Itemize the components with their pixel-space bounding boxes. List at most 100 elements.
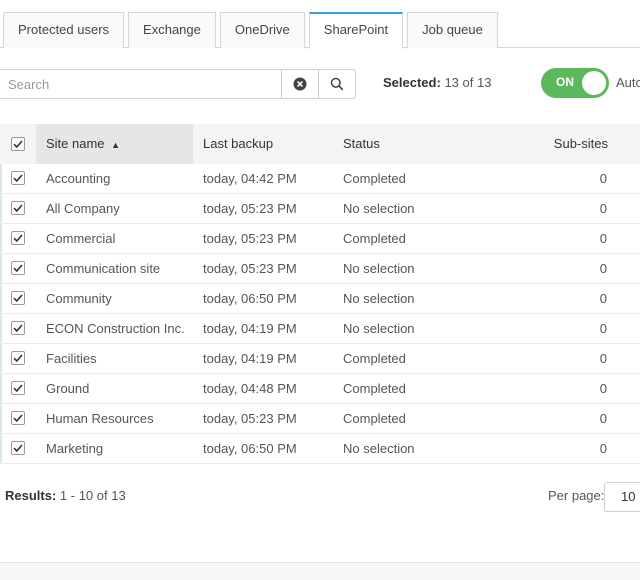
row-checkbox[interactable] — [11, 231, 25, 245]
cell-last-backup: today, 06:50 PM — [203, 291, 297, 306]
column-label-site-name: Site name — [46, 136, 105, 151]
toggle-state: ON — [556, 75, 574, 89]
tab-bar: Protected users Exchange OneDrive ShareP… — [0, 12, 640, 49]
search-input[interactable] — [0, 70, 281, 98]
checkmark-icon — [13, 234, 23, 243]
row-checkbox[interactable] — [11, 441, 25, 455]
cell-site-name: Accounting — [46, 171, 111, 186]
tab-sharepoint[interactable]: SharePoint — [308, 12, 404, 49]
search-button[interactable] — [318, 70, 355, 98]
table-row[interactable]: All Company today, 05:23 PM No selection 0 — [0, 194, 640, 224]
per-page-select[interactable]: 10 — [604, 482, 640, 512]
cell-site-name: Marketing — [46, 441, 104, 456]
checkmark-icon — [13, 384, 23, 393]
clear-circle-icon — [293, 77, 307, 91]
checkmark-icon — [13, 140, 23, 149]
toggle-knob — [582, 71, 606, 95]
cell-site-name: Human Resources — [46, 411, 154, 426]
row-checkbox[interactable] — [11, 171, 25, 185]
cell-site-name: All Company — [46, 201, 120, 216]
cell-site-name: Communication site — [46, 261, 161, 276]
row-edge — [0, 194, 2, 223]
cell-sub-sites: 0 — [599, 231, 607, 246]
table-row[interactable]: Accounting today, 04:42 PM Completed 0 — [0, 164, 640, 194]
sites-table: Site name ▲ Last backup Status Sub-sites… — [0, 124, 640, 464]
checkmark-icon — [13, 264, 23, 273]
table-row[interactable]: ECON Construction Inc. today, 04:19 PM No … — [0, 314, 640, 344]
table-row[interactable]: Marketing today, 06:50 PM No selection 0 — [0, 434, 640, 464]
cell-status: Completed — [343, 231, 406, 246]
checkmark-icon — [13, 294, 23, 303]
cell-site-name: Commercial — [46, 231, 116, 246]
row-checkbox[interactable] — [11, 291, 25, 305]
row-edge — [0, 314, 2, 343]
table-row[interactable]: Community today, 06:50 PM No selection 0 — [0, 284, 640, 314]
results-summary: Results: 1 - 10 of 13 — [5, 488, 126, 503]
checkmark-icon — [13, 204, 23, 213]
cell-last-backup: today, 04:48 PM — [203, 381, 297, 396]
cell-sub-sites: 0 — [599, 291, 607, 306]
cell-status: No selection — [343, 261, 415, 276]
tab-protected-users[interactable]: Protected users — [3, 12, 125, 48]
search-box — [0, 69, 356, 99]
cell-status: No selection — [343, 441, 415, 456]
auto-label: Auto — [616, 75, 640, 90]
table-header: Site name ▲ Last backup Status Sub-sites — [0, 124, 640, 164]
cell-site-name: Facilities — [46, 351, 97, 366]
cell-site-name: ECON Construction Inc. — [46, 321, 185, 336]
cell-last-backup: today, 05:23 PM — [203, 411, 297, 426]
tab-job-queue[interactable]: Job queue — [407, 12, 498, 48]
table-row[interactable]: Facilities today, 04:19 PM Completed 0 — [0, 344, 640, 374]
column-header-last-backup[interactable]: Last backup — [203, 136, 273, 151]
search-icon — [330, 77, 344, 91]
cell-last-backup: today, 04:42 PM — [203, 171, 297, 186]
row-checkbox[interactable] — [11, 321, 25, 335]
cell-last-backup: today, 05:23 PM — [203, 201, 297, 216]
checkmark-icon — [13, 444, 23, 453]
cell-sub-sites: 0 — [599, 171, 607, 186]
row-checkbox[interactable] — [11, 201, 25, 215]
cell-status: Completed — [343, 171, 406, 186]
row-checkbox[interactable] — [11, 411, 25, 425]
cell-sub-sites: 0 — [599, 351, 607, 366]
table-row[interactable]: Human Resources today, 05:23 PM Completed 0 — [0, 404, 640, 434]
row-edge — [0, 374, 2, 403]
cell-status: No selection — [343, 291, 415, 306]
cell-sub-sites: 0 — [599, 321, 607, 336]
tab-onedrive[interactable]: OneDrive — [219, 12, 305, 48]
checkmark-icon — [13, 174, 23, 183]
bottom-strip — [0, 563, 640, 580]
cell-last-backup: today, 04:19 PM — [203, 351, 297, 366]
row-edge — [0, 434, 2, 463]
column-header-site-name[interactable]: Site name ▲ — [46, 136, 120, 151]
selection-value: 13 of 13 — [444, 75, 492, 90]
cell-sub-sites: 0 — [599, 411, 607, 426]
cell-site-name: Community — [46, 291, 112, 306]
cell-sub-sites: 0 — [599, 441, 607, 456]
selection-count: Selected: 13 of 13 — [383, 75, 491, 90]
auto-toggle[interactable]: ON — [541, 68, 609, 98]
column-header-sub-sites[interactable]: Sub-sites — [554, 136, 608, 151]
tab-exchange[interactable]: Exchange — [128, 12, 216, 48]
select-all-checkbox[interactable] — [11, 137, 25, 151]
cell-status: Completed — [343, 411, 406, 426]
row-checkbox[interactable] — [11, 381, 25, 395]
cell-sub-sites: 0 — [599, 201, 607, 216]
row-edge — [0, 224, 2, 253]
table-row[interactable]: Communication site today, 05:23 PM No sele… — [0, 254, 640, 284]
row-edge — [0, 344, 2, 373]
cell-status: Completed — [343, 381, 406, 396]
row-checkbox[interactable] — [11, 261, 25, 275]
clear-search-button[interactable] — [281, 70, 318, 98]
table-body: Accounting today, 04:42 PM Completed 0 All C… — [0, 164, 640, 464]
row-edge — [0, 284, 2, 313]
cell-last-backup: today, 05:23 PM — [203, 231, 297, 246]
cell-last-backup: today, 06:50 PM — [203, 441, 297, 456]
checkmark-icon — [13, 414, 23, 423]
checkmark-icon — [13, 324, 23, 333]
cell-sub-sites: 0 — [599, 381, 607, 396]
column-header-status[interactable]: Status — [343, 136, 380, 151]
row-checkbox[interactable] — [11, 351, 25, 365]
table-row[interactable]: Ground today, 04:48 PM Completed 0 — [0, 374, 640, 404]
table-row[interactable]: Commercial today, 05:23 PM Completed 0 — [0, 224, 640, 254]
